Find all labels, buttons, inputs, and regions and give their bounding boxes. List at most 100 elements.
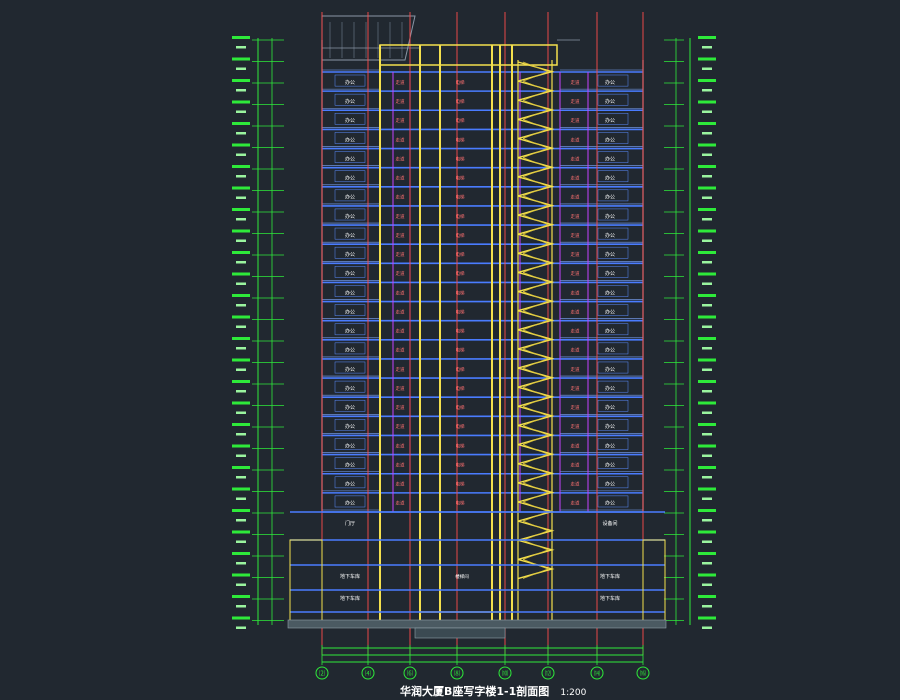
elevation-mark xyxy=(702,390,712,393)
room-label-corridor: 走道 xyxy=(571,461,580,468)
room-label-office: 办公 xyxy=(605,404,615,411)
elevation-mark xyxy=(702,583,712,586)
elevation-mark xyxy=(236,411,246,414)
room-label-elevator: 电梯 xyxy=(456,213,465,220)
elevation-mark xyxy=(702,476,712,479)
dimension-text-mark xyxy=(698,229,716,233)
room-label-corridor: 走道 xyxy=(396,232,405,239)
room-label-corridor: 走道 xyxy=(396,308,405,315)
roof-structure xyxy=(321,15,580,61)
dimension-text-mark xyxy=(232,36,250,39)
room-label-office: 办公 xyxy=(345,385,355,392)
dimension-text-mark xyxy=(232,423,250,426)
room-label-corridor: 走道 xyxy=(396,423,405,430)
room-label-office: 办公 xyxy=(345,289,355,296)
room-label-elevator: 电梯 xyxy=(456,270,465,277)
room-label-office: 办公 xyxy=(605,328,615,335)
elevation-mark xyxy=(236,132,246,135)
room-label-corridor: 走道 xyxy=(571,232,580,239)
room-label-elevator: 电梯 xyxy=(456,232,465,239)
room-label-office: 办公 xyxy=(345,500,355,507)
dimension-text-mark xyxy=(232,509,250,512)
room-labels: 办公 办公走道 电梯 走道办公 办公走道 电梯 走道办公 办公走道 电梯 走道办公 办公走道 电梯 走道… xyxy=(345,79,615,507)
elevation-mark xyxy=(702,519,712,522)
grid-axis-label: ⑵ xyxy=(319,670,325,678)
dimension-text-mark xyxy=(232,530,250,534)
elevation-mark xyxy=(702,46,712,49)
dimension-text-mark xyxy=(232,315,250,319)
elevation-mark xyxy=(702,282,712,285)
elevation-mark xyxy=(236,282,246,285)
room-label-office: 办公 xyxy=(605,98,615,105)
dimension-text-mark xyxy=(698,315,716,319)
drawing-title-block: 华润大厦B座写字楼1-1剖面图 1:200 xyxy=(400,680,586,699)
room-label-corridor: 走道 xyxy=(571,366,580,373)
room-label-corridor: 走道 xyxy=(571,98,580,105)
dimension-text-mark xyxy=(698,79,716,82)
dimension-text-mark xyxy=(232,358,250,362)
dimension-text-mark xyxy=(232,294,250,297)
room-label-mech: 设备间 xyxy=(602,520,617,527)
elevation-mark xyxy=(236,218,246,221)
room-label-corridor: 走道 xyxy=(396,79,405,86)
room-label-office: 办公 xyxy=(605,270,615,277)
room-label-office: 办公 xyxy=(605,136,615,143)
dimension-text-mark xyxy=(232,380,250,383)
dimension-text-mark xyxy=(698,573,716,577)
room-label-corridor: 走道 xyxy=(396,481,405,488)
dimension-text-mark xyxy=(232,616,250,620)
elevation-mark xyxy=(702,454,712,457)
room-label-corridor: 走道 xyxy=(571,155,580,162)
room-label-office: 办公 xyxy=(605,289,615,296)
room-label-office: 办公 xyxy=(605,308,615,315)
room-label-elevator: 电梯 xyxy=(456,385,465,392)
room-label-office: 办公 xyxy=(345,347,355,354)
bottom-dimension-and-grid: ⑵ ⑷ ⑹ ⑻ ⑽ ⑿ ⒁ ⒃ xyxy=(315,645,650,680)
dimension-text-mark xyxy=(698,358,716,362)
dimension-text-mark xyxy=(698,487,716,491)
dimension-text-mark xyxy=(698,337,716,340)
room-label-corridor: 走道 xyxy=(571,251,580,258)
room-label-office: 办公 xyxy=(345,194,355,201)
dimension-text-mark xyxy=(232,251,250,254)
elevation-mark xyxy=(702,368,712,371)
room-label-office: 办公 xyxy=(605,175,615,182)
room-label-corridor: 走道 xyxy=(396,442,405,449)
room-label-corridor: 走道 xyxy=(396,270,405,277)
elevation-mark xyxy=(702,497,712,500)
room-label-elevator: 电梯 xyxy=(456,481,465,488)
room-label-elevator: 电梯 xyxy=(456,500,465,507)
room-label-office: 办公 xyxy=(605,461,615,468)
dimension-text-mark xyxy=(698,251,716,254)
elevation-mark xyxy=(236,497,246,500)
dimension-text-mark xyxy=(232,401,250,405)
elevation-mark xyxy=(236,196,246,199)
dimension-text-mark xyxy=(232,487,250,491)
elevation-mark xyxy=(702,540,712,543)
room-label-parking: 地下车库 xyxy=(600,595,620,602)
dimension-text-mark xyxy=(698,100,716,104)
room-label-elevator: 电梯 xyxy=(456,366,465,373)
room-label-parking: 地下车库 xyxy=(600,573,620,580)
roof-screen xyxy=(321,15,416,61)
room-label-elevator: 电梯 xyxy=(456,404,465,411)
dimension-text-mark xyxy=(698,272,716,276)
grid-axis-label: ⑷ xyxy=(365,670,371,678)
dimension-text-mark xyxy=(698,423,716,426)
room-label-elevator: 电梯 xyxy=(456,328,465,335)
elevation-mark xyxy=(702,411,712,414)
room-label-office: 办公 xyxy=(345,423,355,430)
room-label-corridor: 走道 xyxy=(571,442,580,449)
room-label-office: 办公 xyxy=(605,366,615,373)
elevation-mark xyxy=(236,476,246,479)
room-label-office: 办公 xyxy=(605,155,615,162)
elevation-mark xyxy=(702,261,712,264)
room-label-corridor: 走道 xyxy=(396,136,405,143)
room-label-corridor: 走道 xyxy=(396,500,405,507)
elevation-mark xyxy=(236,67,246,70)
room-label-parking: 地下车库 xyxy=(340,573,360,580)
dimension-text-mark xyxy=(698,208,716,211)
room-label-corridor: 走道 xyxy=(396,385,405,392)
dimension-text-mark xyxy=(232,229,250,233)
dimension-text-mark xyxy=(698,36,716,39)
